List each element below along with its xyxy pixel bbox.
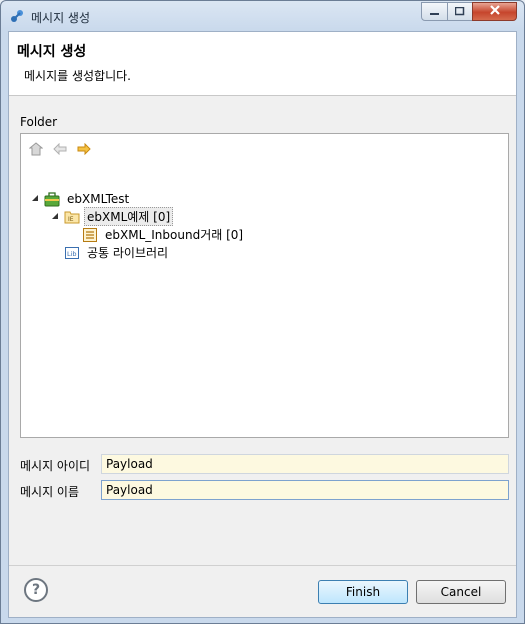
app-icon: [9, 8, 25, 24]
message-name-label: 메시지 이름: [20, 485, 80, 499]
help-button[interactable]: ?: [24, 578, 48, 602]
maximize-icon: [454, 5, 465, 19]
dialog-client: 메시지 생성 메시지를 생성합니다. Folder ebXMLTest IE e…: [8, 31, 517, 618]
minimize-icon: [429, 5, 440, 19]
message-id-input[interactable]: [101, 454, 509, 474]
finish-button[interactable]: Finish: [318, 580, 408, 604]
library-icon: Lib: [64, 245, 80, 261]
tree-label-folder: ebXML예제 [0]: [84, 207, 174, 226]
forward-arrow-icon[interactable]: [75, 140, 93, 158]
cancel-button[interactable]: Cancel: [416, 580, 506, 604]
tree-label-project: ebXMLTest: [67, 191, 130, 206]
svg-text:IE: IE: [68, 216, 74, 223]
home-icon[interactable]: [27, 140, 45, 158]
message-id-label: 메시지 아이디: [20, 459, 91, 473]
maximize-button[interactable]: [447, 2, 473, 21]
back-arrow-icon[interactable]: [51, 140, 69, 158]
project-icon: [44, 191, 60, 207]
tree-item-folder[interactable]: IE ebXML예제 [0]: [50, 207, 174, 226]
tree-label-library: 공통 라이브러리: [87, 246, 169, 260]
tree-label-message: ebXML_Inbound거래 [0]: [105, 228, 244, 242]
window-title: 메시지 생성: [31, 11, 91, 25]
close-button[interactable]: [472, 2, 517, 21]
message-icon: [82, 227, 98, 243]
close-icon: [489, 4, 501, 19]
tree-item-library[interactable]: Lib 공통 라이브러리: [64, 244, 171, 261]
folder-icon: IE: [64, 209, 80, 225]
message-name-input[interactable]: [101, 480, 509, 500]
page-description: 메시지를 생성합니다.: [24, 69, 131, 83]
dialog-window: 메시지 생성 메시지 생성 메시지를 생성합니다. Folder ebXMLTe…: [0, 0, 525, 624]
title-bar: 메시지 생성: [1, 1, 524, 31]
page-title: 메시지 생성: [17, 44, 87, 60]
expand-triangle-icon[interactable]: [50, 212, 60, 222]
expand-triangle-icon[interactable]: [30, 194, 40, 204]
tree-item-project[interactable]: ebXMLTest: [30, 190, 132, 207]
svg-text:Lib: Lib: [67, 250, 77, 258]
tree-toolbar: [27, 140, 93, 158]
help-icon: ?: [31, 582, 41, 598]
footer-divider: [9, 565, 516, 566]
tree-item-message[interactable]: ebXML_Inbound거래 [0]: [82, 226, 246, 243]
dialog-header: 메시지 생성 메시지를 생성합니다.: [9, 32, 516, 96]
folder-tree[interactable]: ebXMLTest IE ebXML예제 [0] ebXML_Inbound거래…: [20, 133, 509, 438]
folder-label: Folder: [20, 115, 58, 129]
minimize-button[interactable]: [421, 2, 448, 21]
